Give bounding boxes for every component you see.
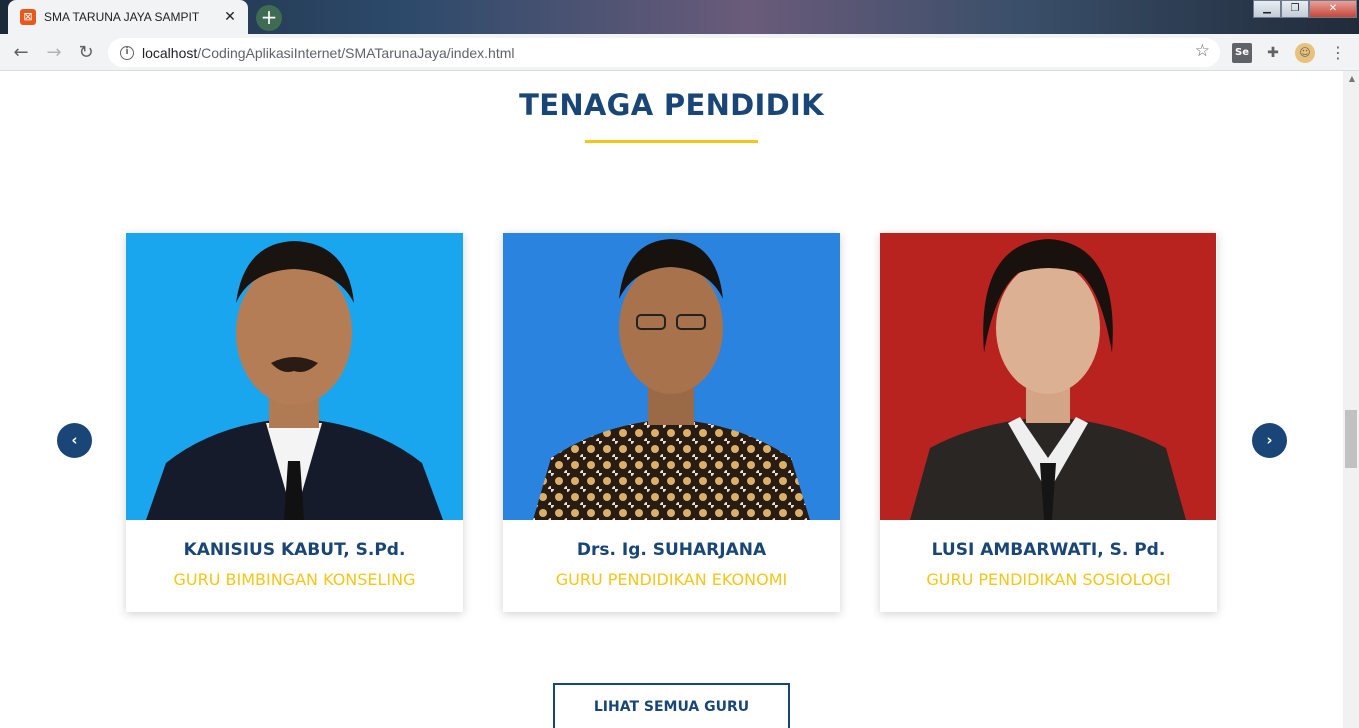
url-host: localhost	[142, 44, 198, 61]
carousel-next-button[interactable]: ›	[1252, 423, 1287, 458]
carousel-prev-button[interactable]: ‹	[57, 423, 92, 458]
selenium-extension-icon[interactable]: Se	[1232, 43, 1252, 63]
maximize-button[interactable]: ❐	[1281, 0, 1309, 18]
see-all-teachers-button[interactable]: LIHAT SEMUA GURU	[553, 683, 790, 728]
url-path: /CodingAplikasiInternet/SMATarunaJaya/in…	[197, 44, 515, 61]
browser-tab[interactable]: ⊠ SMA TARUNA JAYA SAMPIT ✕	[8, 0, 248, 34]
window-controls: ▁ ❐ ✕	[1253, 0, 1357, 18]
forward-button[interactable]: →	[41, 40, 67, 66]
back-button[interactable]: ←	[8, 40, 34, 66]
bookmark-star-icon[interactable]: ☆	[1195, 41, 1210, 61]
teacher-card[interactable]: Drs. Ig. SUHARJANA GURU PENDIDIKAN EKONO…	[503, 233, 840, 612]
scrollbar-thumb[interactable]	[1345, 410, 1357, 468]
browser-titlebar: ⊠ SMA TARUNA JAYA SAMPIT ✕ + ▁ ❐ ✕	[0, 0, 1359, 34]
reload-button[interactable]: ↻	[73, 40, 99, 66]
teacher-role: GURU PENDIDIKAN EKONOMI	[555, 570, 788, 589]
browser-toolbar: ← → ↻ i localhost/CodingAplikasiInternet…	[0, 34, 1359, 71]
minimize-button[interactable]: ▁	[1253, 0, 1281, 18]
teacher-role: GURU BIMBINGAN KONSELING	[173, 570, 416, 589]
title-underline	[585, 140, 758, 143]
page-scrollbar[interactable]	[1343, 71, 1359, 728]
teacher-photo	[503, 233, 840, 520]
profile-avatar-icon[interactable]: ☺	[1295, 43, 1315, 63]
teacher-role: GURU PENDIDIKAN SOSIOLOGI	[926, 570, 1171, 589]
teacher-card[interactable]: LUSI AMBARWATI, S. Pd. GURU PENDIDIKAN S…	[880, 233, 1217, 612]
tab-close-icon[interactable]: ✕	[222, 9, 238, 25]
teacher-photo	[126, 233, 463, 520]
new-tab-button[interactable]: +	[256, 5, 282, 31]
scroll-up-arrow-icon[interactable]: ▲	[1349, 74, 1355, 83]
url-text: localhost/CodingAplikasiInternet/SMATaru…	[142, 45, 515, 61]
tab-title: SMA TARUNA JAYA SAMPIT	[44, 10, 200, 24]
teacher-name: Drs. Ig. SUHARJANA	[576, 540, 767, 560]
extensions-puzzle-icon[interactable]: ✚	[1263, 43, 1283, 63]
teacher-name: LUSI AMBARWATI, S. Pd.	[931, 540, 1166, 560]
window-close-button[interactable]: ✕	[1309, 0, 1357, 18]
browser-menu-icon[interactable]: ⋮	[1328, 43, 1348, 63]
teacher-card[interactable]: KANISIUS KABUT, S.Pd. GURU BIMBINGAN KON…	[126, 233, 463, 612]
address-bar[interactable]: i localhost/CodingAplikasiInternet/SMATa…	[108, 38, 1220, 67]
section-title: TENAGA PENDIDIK	[519, 88, 824, 122]
teacher-name: KANISIUS KABUT, S.Pd.	[183, 540, 406, 560]
site-info-icon[interactable]: i	[120, 45, 134, 60]
xampp-favicon-icon: ⊠	[20, 9, 36, 25]
teacher-photo	[880, 233, 1217, 520]
